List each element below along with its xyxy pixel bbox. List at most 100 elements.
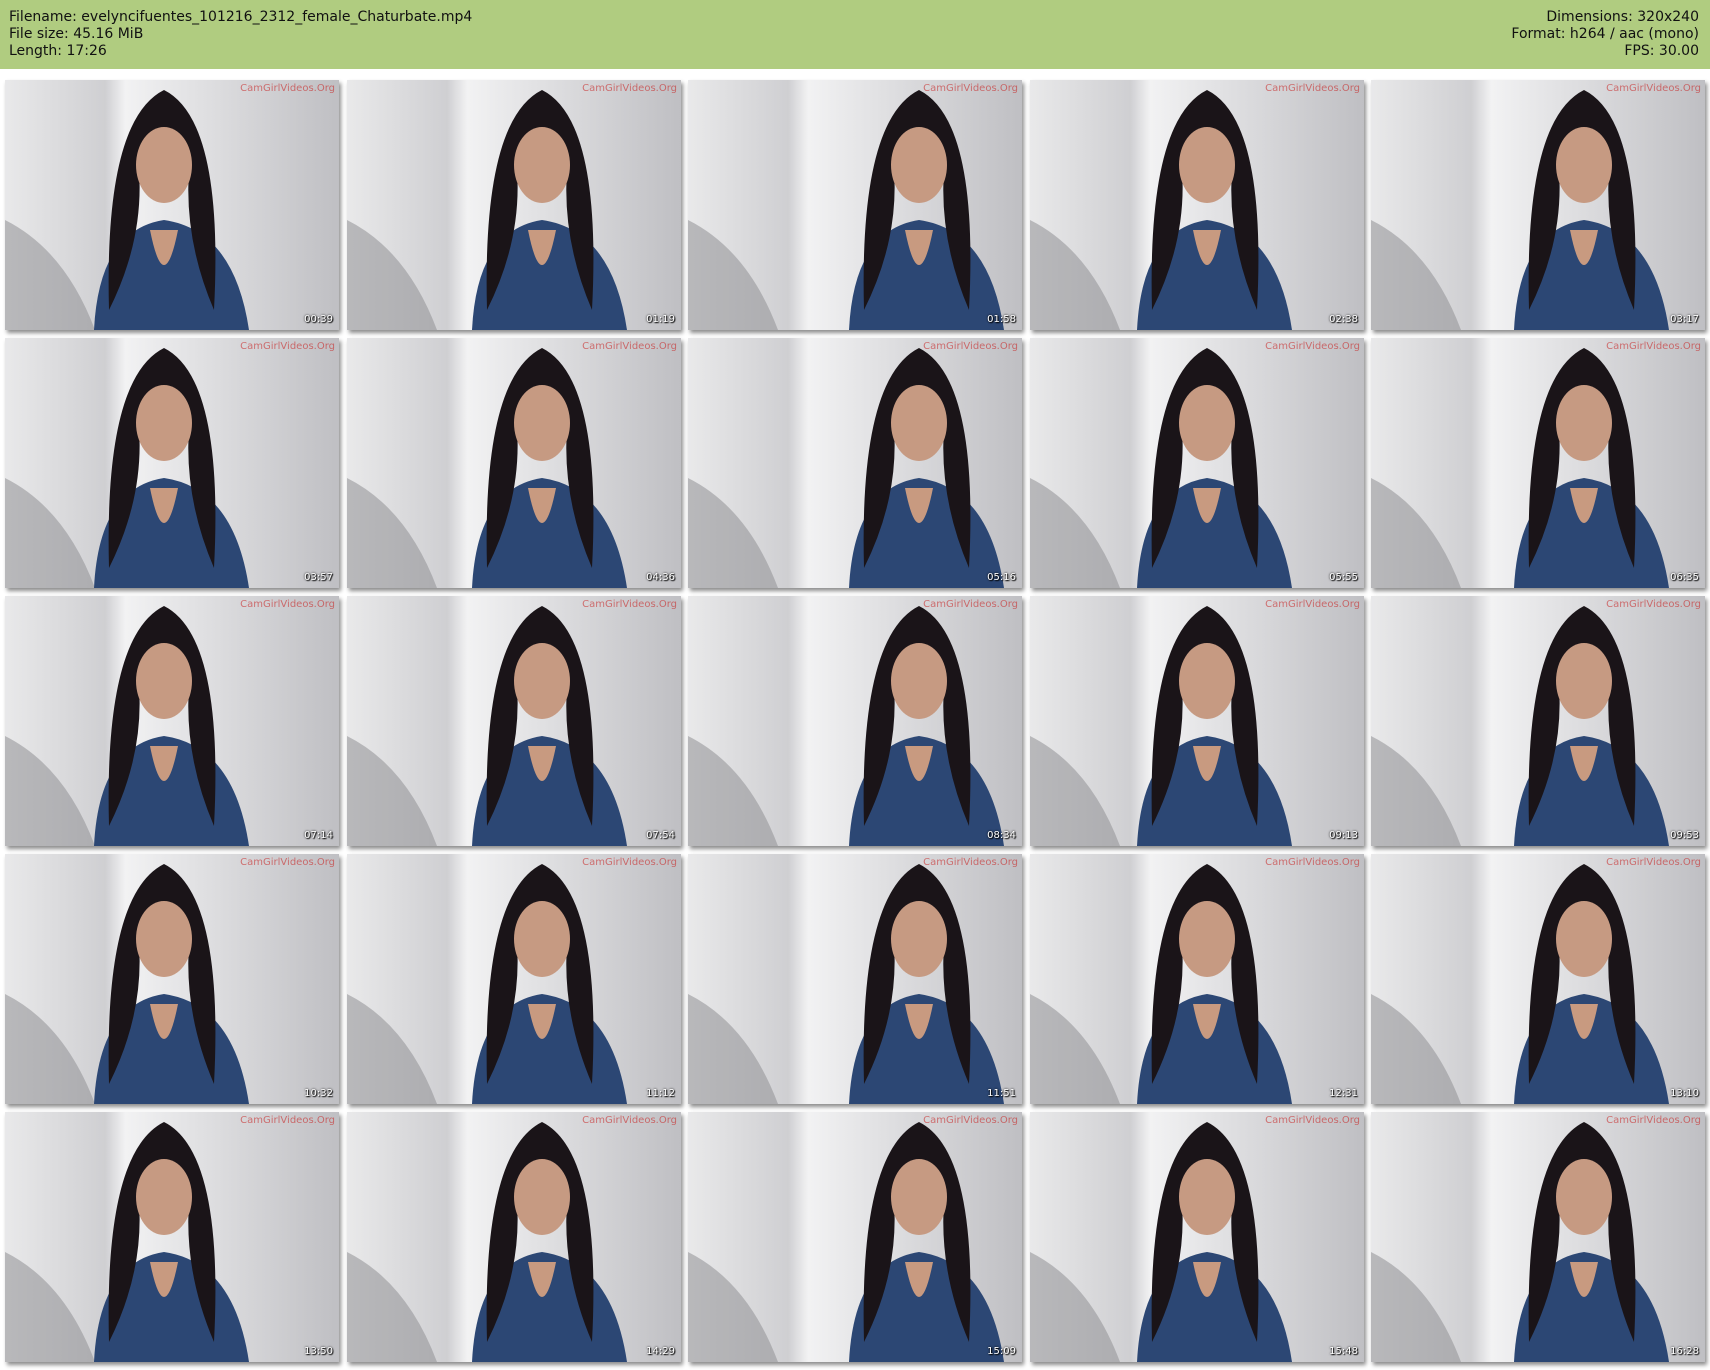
timestamp-label: 02:38 — [1329, 314, 1358, 325]
video-thumbnail[interactable]: CamGirlVideos.Org 07:54 — [347, 596, 681, 846]
video-thumbnail[interactable]: CamGirlVideos.Org 10:32 — [5, 854, 339, 1104]
frame-image — [688, 596, 1022, 846]
video-thumbnail[interactable]: CamGirlVideos.Org 09:53 — [1371, 596, 1705, 846]
watermark-text: CamGirlVideos.Org — [240, 83, 335, 94]
frame-image — [1371, 1112, 1705, 1362]
frame-image — [5, 80, 339, 330]
timestamp-label: 12:31 — [1329, 1088, 1358, 1099]
frame-image — [1371, 80, 1705, 330]
frame-image — [1030, 854, 1364, 1104]
format-label: Format: h264 / aac (mono) — [1511, 26, 1699, 42]
timestamp-label: 00:39 — [304, 314, 333, 325]
video-thumbnail[interactable]: CamGirlVideos.Org 05:55 — [1030, 338, 1364, 588]
video-thumbnail[interactable]: CamGirlVideos.Org 04:36 — [347, 338, 681, 588]
frame-image — [688, 338, 1022, 588]
filename-label: Filename: evelyncifuentes_101216_2312_fe… — [9, 9, 473, 25]
video-thumbnail[interactable]: CamGirlVideos.Org 14:29 — [347, 1112, 681, 1362]
frame-image — [1030, 80, 1364, 330]
frame-image — [347, 338, 681, 588]
video-thumbnail[interactable]: CamGirlVideos.Org 09:13 — [1030, 596, 1364, 846]
timestamp-label: 14:29 — [646, 1346, 675, 1357]
watermark-text: CamGirlVideos.Org — [582, 83, 677, 94]
timestamp-label: 11:12 — [646, 1088, 675, 1099]
frame-image — [1030, 338, 1364, 588]
video-thumbnail[interactable]: CamGirlVideos.Org 01:58 — [688, 80, 1022, 330]
watermark-text: CamGirlVideos.Org — [1606, 83, 1701, 94]
timestamp-label: 01:58 — [987, 314, 1016, 325]
video-thumbnail[interactable]: CamGirlVideos.Org 15:09 — [688, 1112, 1022, 1362]
length-label: Length: 17:26 — [9, 43, 107, 59]
video-thumbnail[interactable]: CamGirlVideos.Org 13:10 — [1371, 854, 1705, 1104]
watermark-text: CamGirlVideos.Org — [923, 83, 1018, 94]
video-thumbnail[interactable]: CamGirlVideos.Org 08:34 — [688, 596, 1022, 846]
watermark-text: CamGirlVideos.Org — [582, 599, 677, 610]
video-thumbnail[interactable]: CamGirlVideos.Org 01:19 — [347, 80, 681, 330]
stream-info: Dimensions: 320x240 Format: h264 / aac (… — [1511, 9, 1699, 60]
watermark-text: CamGirlVideos.Org — [1606, 1115, 1701, 1126]
video-thumbnail[interactable]: CamGirlVideos.Org 02:38 — [1030, 80, 1364, 330]
frame-image — [688, 854, 1022, 1104]
frame-image — [1030, 1112, 1364, 1362]
frame-image — [347, 80, 681, 330]
watermark-text: CamGirlVideos.Org — [923, 341, 1018, 352]
video-thumbnail[interactable]: CamGirlVideos.Org 03:57 — [5, 338, 339, 588]
frame-image — [1371, 596, 1705, 846]
frame-image — [5, 596, 339, 846]
timestamp-label: 13:50 — [304, 1346, 333, 1357]
watermark-text: CamGirlVideos.Org — [1265, 341, 1360, 352]
filesize-label: File size: 45.16 MiB — [9, 26, 144, 42]
watermark-text: CamGirlVideos.Org — [582, 1115, 677, 1126]
video-thumbnail[interactable]: CamGirlVideos.Org 05:16 — [688, 338, 1022, 588]
timestamp-label: 10:32 — [304, 1088, 333, 1099]
frame-image — [5, 338, 339, 588]
video-thumbnail[interactable]: CamGirlVideos.Org 03:17 — [1371, 80, 1705, 330]
watermark-text: CamGirlVideos.Org — [240, 857, 335, 868]
timestamp-label: 03:17 — [1670, 314, 1699, 325]
video-thumbnail[interactable]: CamGirlVideos.Org 16:28 — [1371, 1112, 1705, 1362]
video-thumbnail[interactable]: CamGirlVideos.Org 11:12 — [347, 854, 681, 1104]
frame-image — [347, 1112, 681, 1362]
frame-image — [347, 596, 681, 846]
video-thumbnail[interactable]: CamGirlVideos.Org 11:51 — [688, 854, 1022, 1104]
timestamp-label: 07:54 — [646, 830, 675, 841]
frame-image — [1030, 596, 1364, 846]
video-thumbnail[interactable]: CamGirlVideos.Org 15:48 — [1030, 1112, 1364, 1362]
watermark-text: CamGirlVideos.Org — [1265, 1115, 1360, 1126]
watermark-text: CamGirlVideos.Org — [1606, 857, 1701, 868]
video-thumbnail[interactable]: CamGirlVideos.Org 06:35 — [1371, 338, 1705, 588]
timestamp-label: 15:48 — [1329, 1346, 1358, 1357]
video-thumbnail[interactable]: CamGirlVideos.Org 12:31 — [1030, 854, 1364, 1104]
info-header: Filename: evelyncifuentes_101216_2312_fe… — [0, 0, 1710, 69]
timestamp-label: 03:57 — [304, 572, 333, 583]
timestamp-label: 15:09 — [987, 1346, 1016, 1357]
timestamp-label: 16:28 — [1670, 1346, 1699, 1357]
dimensions-label: Dimensions: 320x240 — [1546, 9, 1699, 25]
watermark-text: CamGirlVideos.Org — [1265, 857, 1360, 868]
video-thumbnail[interactable]: CamGirlVideos.Org 13:50 — [5, 1112, 339, 1362]
timestamp-label: 04:36 — [646, 572, 675, 583]
watermark-text: CamGirlVideos.Org — [240, 599, 335, 610]
video-thumbnail[interactable]: CamGirlVideos.Org 07:14 — [5, 596, 339, 846]
watermark-text: CamGirlVideos.Org — [923, 857, 1018, 868]
watermark-text: CamGirlVideos.Org — [240, 341, 335, 352]
timestamp-label: 01:19 — [646, 314, 675, 325]
timestamp-label: 13:10 — [1670, 1088, 1699, 1099]
fps-label: FPS: 30.00 — [1624, 43, 1699, 59]
watermark-text: CamGirlVideos.Org — [923, 1115, 1018, 1126]
frame-image — [1371, 338, 1705, 588]
timestamp-label: 09:13 — [1329, 830, 1358, 841]
watermark-text: CamGirlVideos.Org — [582, 341, 677, 352]
watermark-text: CamGirlVideos.Org — [1265, 599, 1360, 610]
timestamp-label: 07:14 — [304, 830, 333, 841]
watermark-text: CamGirlVideos.Org — [1606, 599, 1701, 610]
timestamp-label: 09:53 — [1670, 830, 1699, 841]
timestamp-label: 06:35 — [1670, 572, 1699, 583]
watermark-text: CamGirlVideos.Org — [1265, 83, 1360, 94]
frame-image — [688, 1112, 1022, 1362]
timestamp-label: 05:55 — [1329, 572, 1358, 583]
frame-image — [5, 1112, 339, 1362]
timestamp-label: 05:16 — [987, 572, 1016, 583]
timestamp-label: 11:51 — [987, 1088, 1016, 1099]
video-thumbnail[interactable]: CamGirlVideos.Org 00:39 — [5, 80, 339, 330]
frame-image — [1371, 854, 1705, 1104]
